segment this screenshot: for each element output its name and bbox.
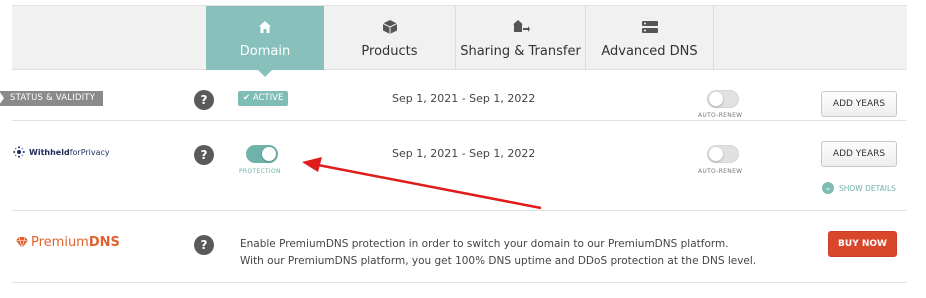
annotation-arrow [302, 157, 542, 210]
arrow-shaft [317, 163, 542, 210]
arrow-head [302, 157, 322, 172]
